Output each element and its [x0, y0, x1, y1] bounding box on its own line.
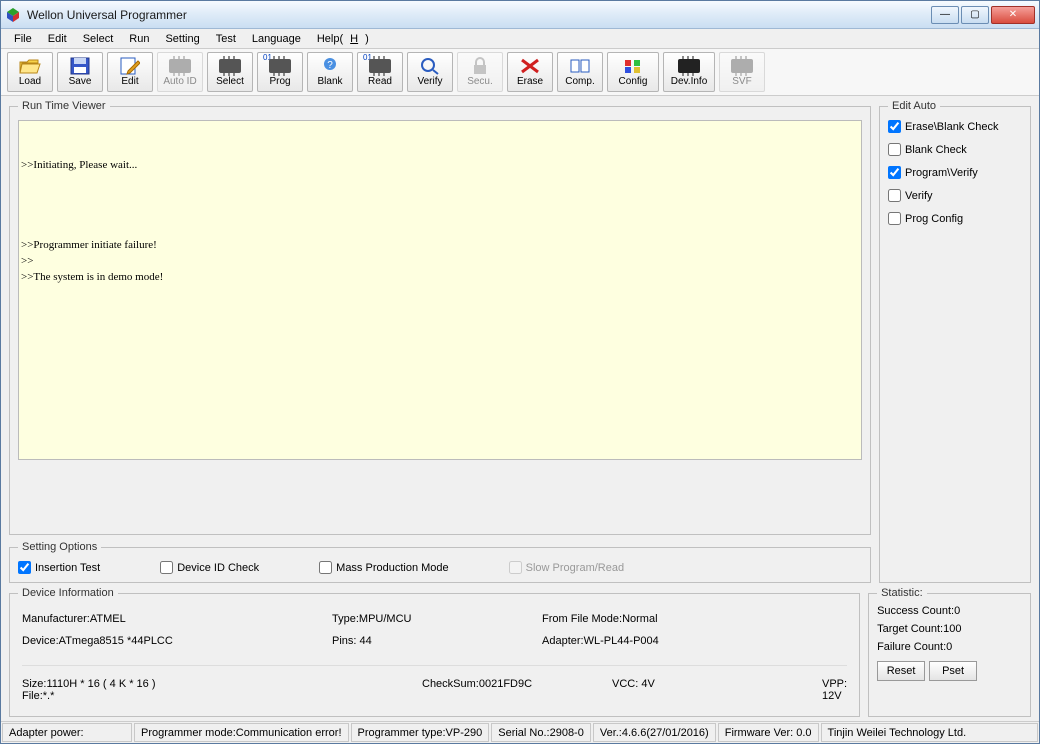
status-type: Programmer type:VP-290 [351, 723, 490, 742]
devinfo-legend: Device Information [18, 587, 118, 599]
svf-button[interactable]: SVF [719, 52, 765, 92]
vpp: VPP: 12V [822, 678, 847, 702]
stat-legend: Statistic: [877, 587, 927, 599]
size: Size:1110H * 16 ( 4 K * 16 ) [22, 678, 422, 690]
read-button[interactable]: 01Read [357, 52, 403, 92]
rtv-text[interactable] [18, 120, 862, 460]
device-information: Device Information Manufacturer:ATMEL Ty… [9, 587, 860, 717]
verify-button[interactable]: Verify [407, 52, 453, 92]
secu-button[interactable]: Secu. [457, 52, 503, 92]
titlebar: Wellon Universal Programmer — ▢ ✕ [1, 1, 1039, 29]
blank-button[interactable]: ?Blank [307, 52, 353, 92]
config-button[interactable]: Config [607, 52, 659, 92]
pins: Pins: 44 [332, 635, 542, 647]
editauto-legend: Edit Auto [888, 100, 940, 112]
status-adapter: Adapter power: [2, 723, 132, 742]
menu-language[interactable]: Language [245, 31, 308, 47]
success-count: Success Count:0 [877, 605, 1022, 617]
status-ver: Ver.:4.6.6(27/01/2016) [593, 723, 716, 742]
chip-icon [731, 59, 753, 73]
window-title: Wellon Universal Programmer [27, 8, 931, 22]
menubar: File Edit Select Run Setting Test Langua… [1, 29, 1039, 49]
comp-button[interactable]: Comp. [557, 52, 603, 92]
minimize-button[interactable]: — [931, 6, 959, 24]
setting-options: Setting Options Insertion Test Device ID… [9, 541, 871, 583]
devinfo-button[interactable]: Dev.Info [663, 52, 715, 92]
fromfile: From File Mode:Normal [542, 613, 802, 625]
floppy-icon [70, 57, 90, 75]
edit-icon [120, 57, 140, 75]
rtv-legend: Run Time Viewer [18, 100, 110, 112]
status-company: Tinjin Weilei Technology Ltd. [821, 723, 1038, 742]
close-button[interactable]: ✕ [991, 6, 1035, 24]
maximize-button[interactable]: ▢ [961, 6, 989, 24]
toolbar: Load Save Edit Auto ID Select 01Prog ?Bl… [1, 49, 1039, 96]
blank-check[interactable]: Blank Check [888, 143, 1022, 156]
magnifier-icon [420, 57, 440, 75]
load-button[interactable]: Load [7, 52, 53, 92]
edit-auto: Edit Auto Erase\Blank Check Blank Check … [879, 100, 1031, 583]
run-time-viewer: Run Time Viewer [9, 100, 871, 535]
chip-arrow-icon [369, 59, 391, 73]
status-fw: Firmware Ver: 0.0 [718, 723, 819, 742]
edit-button[interactable]: Edit [107, 52, 153, 92]
erase-blank-check[interactable]: Erase\Blank Check [888, 120, 1022, 133]
setting-legend: Setting Options [18, 541, 101, 553]
file: File:*.* [22, 690, 422, 702]
menu-select[interactable]: Select [76, 31, 121, 47]
pset-button[interactable]: Pset [929, 661, 977, 681]
mass-production-check[interactable]: Mass Production Mode [319, 561, 449, 574]
compare-icon [570, 57, 590, 75]
autoid-button[interactable]: Auto ID [157, 52, 203, 92]
erase-button[interactable]: Erase [507, 52, 553, 92]
device: Device:ATmega8515 *44PLCC [22, 635, 332, 647]
menu-test[interactable]: Test [209, 31, 243, 47]
manufacturer: Manufacturer:ATMEL [22, 613, 332, 625]
verify-check[interactable]: Verify [888, 189, 1022, 202]
app-window: Wellon Universal Programmer — ▢ ✕ File E… [0, 0, 1040, 744]
program-verify-check[interactable]: Program\Verify [888, 166, 1022, 179]
chip-icon [678, 59, 700, 73]
erase-icon [519, 57, 541, 75]
adapter: Adapter:WL-PL44-P004 [542, 635, 802, 647]
insertion-test-check[interactable]: Insertion Test [18, 561, 100, 574]
app-icon [5, 7, 21, 23]
vcc: VCC: 4V [612, 678, 822, 702]
menu-file[interactable]: File [7, 31, 39, 47]
folder-open-icon [19, 57, 41, 75]
prog-config-check[interactable]: Prog Config [888, 212, 1022, 225]
menu-edit[interactable]: Edit [41, 31, 74, 47]
statusbar: Adapter power: Programmer mode:Communica… [1, 721, 1039, 743]
config-icon [622, 57, 644, 75]
question-chip-icon: ? [321, 57, 339, 75]
prog-button[interactable]: 01Prog [257, 52, 303, 92]
statistic: Statistic: Success Count:0 Target Count:… [868, 587, 1031, 717]
save-button[interactable]: Save [57, 52, 103, 92]
type: Type:MPU/MCU [332, 613, 542, 625]
menu-run[interactable]: Run [122, 31, 156, 47]
svg-text:?: ? [327, 60, 333, 71]
device-id-check[interactable]: Device ID Check [160, 561, 259, 574]
slow-program-check: Slow Program/Read [509, 561, 624, 574]
select-button[interactable]: Select [207, 52, 253, 92]
chip-icon [169, 59, 191, 73]
target-count: Target Count:100 [877, 623, 1022, 635]
chip-icon [219, 59, 241, 73]
lock-icon [472, 57, 488, 75]
status-serial: Serial No.:2908-0 [491, 723, 591, 742]
chip-arrow-icon [269, 59, 291, 73]
checksum: CheckSum:0021FD9C [422, 678, 612, 702]
reset-button[interactable]: Reset [877, 661, 925, 681]
menu-help[interactable]: Help(H) [310, 31, 376, 47]
failure-count: Failure Count:0 [877, 641, 1022, 653]
menu-setting[interactable]: Setting [158, 31, 206, 47]
status-mode: Programmer mode:Communication error! [134, 723, 349, 742]
